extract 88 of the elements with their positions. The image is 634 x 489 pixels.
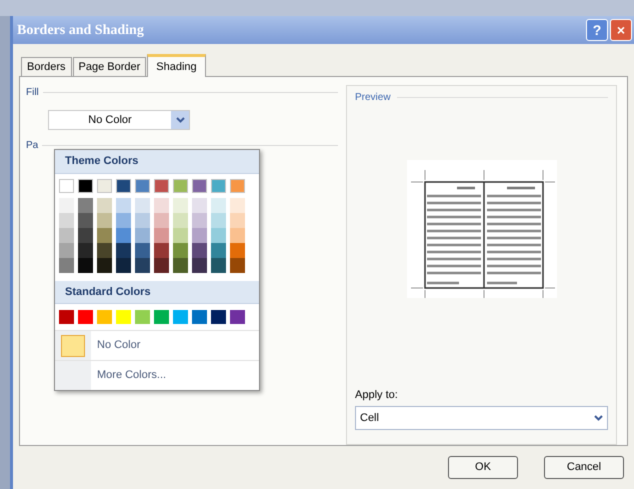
color-swatch[interactable] — [211, 258, 226, 272]
color-swatch[interactable] — [59, 228, 74, 242]
color-swatch[interactable] — [59, 242, 74, 258]
color-swatch[interactable] — [230, 228, 245, 242]
color-swatch[interactable] — [135, 310, 150, 324]
color-swatch[interactable] — [154, 242, 169, 258]
color-swatch[interactable] — [192, 178, 207, 192]
color-swatch[interactable] — [78, 198, 93, 212]
fill-dropdown[interactable]: No Color — [48, 110, 190, 130]
color-swatch[interactable] — [97, 310, 112, 324]
color-swatch[interactable] — [59, 258, 74, 272]
color-swatch[interactable] — [192, 310, 207, 324]
menu-heading: Theme Colors — [55, 150, 259, 174]
color-swatch[interactable] — [135, 198, 150, 212]
color-swatch[interactable] — [78, 310, 93, 324]
color-swatch[interactable] — [173, 258, 188, 272]
color-swatch[interactable] — [59, 178, 74, 192]
menu-heading: Standard Colors — [55, 280, 259, 304]
color-swatch[interactable] — [135, 242, 150, 258]
cancel-button[interactable]: Cancel — [544, 456, 624, 479]
color-swatch[interactable] — [116, 198, 131, 212]
tab[interactable]: Shading — [147, 54, 206, 77]
color-swatch[interactable] — [173, 310, 188, 324]
color-swatch[interactable] — [97, 242, 112, 258]
color-swatch[interactable] — [211, 228, 226, 242]
color-swatch[interactable] — [116, 228, 131, 242]
color-swatch[interactable] — [230, 178, 245, 192]
color-swatch[interactable] — [154, 258, 169, 272]
tab[interactable]: Page Border — [72, 57, 146, 76]
color-swatch[interactable] — [116, 258, 131, 272]
color-swatch[interactable] — [230, 258, 245, 272]
tab[interactable]: Borders — [21, 57, 72, 76]
color-swatch[interactable] — [230, 198, 245, 212]
color-swatch[interactable] — [173, 212, 188, 228]
color-swatch[interactable] — [154, 198, 169, 212]
color-swatch[interactable] — [173, 228, 188, 242]
color-swatch[interactable] — [173, 198, 188, 212]
color-swatch[interactable] — [78, 242, 93, 258]
apply-to-dropdown[interactable]: Cell — [355, 406, 608, 430]
color-swatch[interactable] — [116, 178, 131, 192]
color-swatch[interactable] — [78, 228, 93, 242]
color-swatch[interactable] — [192, 198, 207, 212]
color-swatch[interactable] — [154, 178, 169, 192]
ok-button[interactable]: OK — [448, 456, 518, 479]
color-swatch[interactable] — [154, 310, 169, 324]
color-swatch[interactable] — [135, 212, 150, 228]
color-swatch[interactable] — [78, 212, 93, 228]
section-label: Pa — [26, 139, 38, 153]
color-swatch[interactable] — [78, 178, 93, 192]
color-swatch[interactable] — [135, 228, 150, 242]
color-swatch[interactable] — [116, 310, 131, 324]
color-swatch[interactable] — [59, 310, 74, 324]
color-swatch[interactable] — [116, 212, 131, 228]
window-title: Borders and Shading — [17, 22, 144, 40]
field-label: Apply to: — [355, 388, 399, 402]
color-swatch[interactable] — [97, 258, 112, 272]
color-swatch[interactable] — [97, 178, 112, 192]
section-label: Preview — [355, 91, 391, 105]
color-swatch[interactable] — [59, 198, 74, 212]
help-button[interactable]: ? — [586, 19, 608, 41]
color-swatch[interactable] — [211, 198, 226, 212]
color-swatch[interactable] — [211, 178, 226, 192]
menu-item[interactable]: More Colors... — [91, 361, 259, 390]
color-swatch[interactable] — [97, 212, 112, 228]
color-swatch[interactable] — [192, 212, 207, 228]
color-swatch[interactable] — [173, 178, 188, 192]
color-swatch[interactable] — [154, 228, 169, 242]
color-swatch[interactable] — [192, 228, 207, 242]
color-swatch[interactable] — [230, 310, 245, 324]
color-swatch[interactable] — [192, 242, 207, 258]
color-swatch[interactable] — [192, 258, 207, 272]
no-color-swatch — [61, 334, 85, 356]
color-swatch[interactable] — [211, 242, 226, 258]
color-swatch[interactable] — [230, 242, 245, 258]
color-swatch[interactable] — [211, 310, 226, 324]
color-swatch[interactable] — [116, 242, 131, 258]
color-swatch[interactable] — [211, 212, 226, 228]
section-label: Fill — [26, 86, 39, 100]
color-swatch[interactable] — [173, 242, 188, 258]
color-swatch[interactable] — [135, 178, 150, 192]
color-swatch[interactable] — [59, 212, 74, 228]
color-swatch[interactable] — [230, 212, 245, 228]
color-swatch[interactable] — [97, 198, 112, 212]
color-swatch[interactable] — [78, 258, 93, 272]
color-swatch[interactable] — [97, 228, 112, 242]
color-swatch[interactable] — [154, 212, 169, 228]
color-swatch[interactable] — [135, 258, 150, 272]
close-button[interactable]: × — [610, 19, 632, 41]
